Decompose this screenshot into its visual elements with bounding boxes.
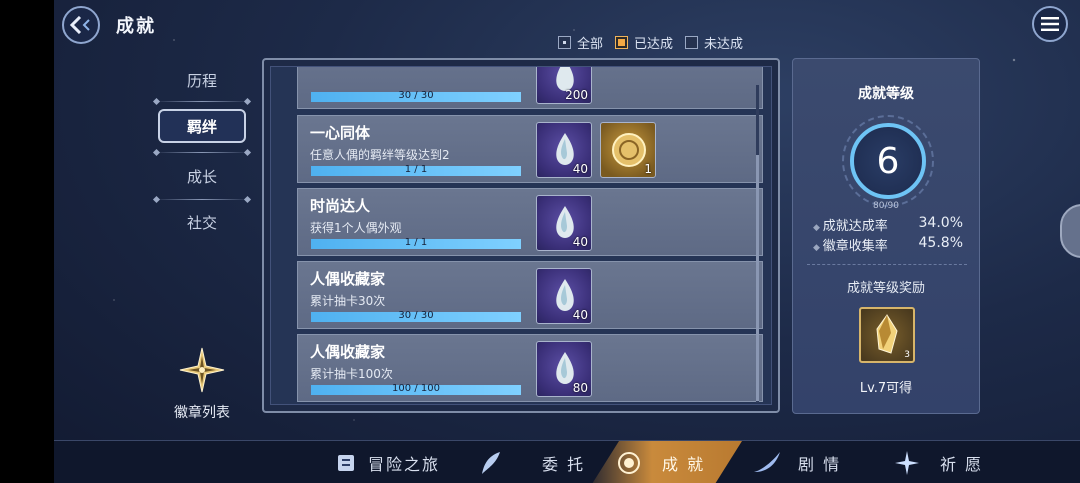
menu-button[interactable]: [1032, 6, 1068, 42]
achievement-screen: 成就 全部 已达成 未达成 历程 成长 社交 羁绊 徽章列表 30 / 30 2…: [54, 0, 1080, 483]
progress-text: 30 / 30: [398, 90, 434, 101]
achievement-desc: 任意人偶的羁绊等级达到2: [310, 148, 450, 162]
achievement-title: 人偶收藏家: [310, 343, 386, 361]
bottom-nav-label: 冒险之旅: [368, 454, 441, 474]
reward-item[interactable]: 1: [600, 122, 656, 178]
level-reward-item[interactable]: 3: [859, 307, 915, 363]
achievement-title: 一心同体: [310, 124, 371, 142]
sidebar-item-growth[interactable]: 成长: [150, 166, 254, 187]
reward-item[interactable]: 40: [536, 195, 592, 251]
reward-item[interactable]: 200: [536, 67, 592, 104]
scroll-icon: [338, 454, 354, 471]
achievement-title: 人偶收藏家: [310, 270, 386, 288]
level-reward-title: 成就等级奖励: [846, 281, 925, 296]
sidebar-divider: [154, 101, 250, 102]
reward-item[interactable]: 80: [536, 341, 592, 397]
filter-not-achieved[interactable]: 未达成: [685, 33, 743, 52]
achievement-desc: 获得1个人偶外观: [310, 221, 402, 235]
hamburger-icon: [1041, 17, 1059, 31]
level-panel-separator: [807, 264, 967, 265]
achievement-desc: 累计抽卡30次: [310, 294, 386, 308]
reward-count: 40: [572, 308, 588, 322]
bottom-nav-label: 委 托: [542, 454, 586, 474]
filter-achieved-checkbox[interactable]: [615, 36, 629, 49]
stat-badge-rate: 徽章收集率 45.8%: [813, 235, 963, 254]
achievement-row: 时尚达人 获得1个人偶外观 1 / 1 40: [297, 188, 763, 256]
list-scrollbar[interactable]: [756, 85, 759, 403]
reward-count: 1: [644, 162, 652, 176]
achievement-title: 时尚达人: [310, 197, 371, 215]
filter-achieved[interactable]: 已达成: [615, 33, 673, 52]
filter-all[interactable]: 全部: [558, 33, 603, 52]
badge-list-button[interactable]: 徽章列表: [162, 346, 242, 422]
bottom-nav-achievement[interactable]: 成 就: [616, 441, 705, 483]
bottom-nav-adventure[interactable]: 冒险之旅: [334, 441, 440, 483]
sidebar-item-bond-label: 羁绊: [158, 109, 246, 143]
side-edge-tab[interactable]: [1060, 204, 1080, 258]
filter-not-achieved-label: 未达成: [704, 37, 744, 52]
reward-count: 3: [904, 350, 910, 360]
level-number: 6: [876, 140, 900, 182]
star-icon: [895, 450, 919, 475]
reward-count: 40: [572, 235, 588, 249]
sidebar-item-social[interactable]: 社交: [150, 212, 254, 233]
bottom-nav-label: 祈 愿: [940, 454, 984, 474]
compass-star-icon: [179, 347, 225, 393]
progress-bar: 30 / 30: [311, 310, 521, 322]
sidebar-divider: [154, 199, 250, 200]
filter-all-label: 全部: [577, 37, 604, 52]
achievement-row: 30 / 30 200: [297, 67, 763, 109]
level-ring: 6: [850, 123, 926, 199]
achievement-row: 人偶收藏家 累计抽卡30次 30 / 30 40: [297, 261, 763, 329]
stat-value: 45.8%: [918, 235, 963, 251]
feather-icon: [482, 451, 500, 474]
filter-all-checkbox[interactable]: [558, 36, 571, 49]
badge-list-label: 徽章列表: [174, 405, 230, 421]
level-panel-title: 成就等级: [858, 86, 914, 102]
scrollbar-thumb[interactable]: [756, 155, 759, 401]
progress-text: 100 / 100: [392, 383, 440, 394]
bottom-nav-commission[interactable]: 委 托: [478, 441, 585, 483]
stat-achievement-rate: 成就达成率 34.0%: [813, 215, 963, 234]
filter-achieved-label: 已达成: [634, 37, 674, 52]
bottom-nav-label: 成 就: [662, 454, 706, 474]
achievement-row: 人偶收藏家 累计抽卡100次 100 / 100 80: [297, 334, 763, 402]
level-reward-note: Lv.7可得: [859, 381, 913, 396]
progress-bar: 100 / 100: [311, 383, 521, 395]
level-xp: 80/90: [873, 201, 899, 211]
sidebar-divider: [154, 152, 250, 153]
reward-item[interactable]: 40: [536, 122, 592, 178]
sidebar-item-bond[interactable]: 羁绊: [154, 103, 250, 149]
achievement-list[interactable]: 30 / 30 200 一心同体 任意人偶的羁绊等级达到2 1 / 1 40 1…: [270, 66, 772, 405]
medal-icon: [618, 451, 640, 474]
achievement-row: 一心同体 任意人偶的羁绊等级达到2 1 / 1 40 1: [297, 115, 763, 183]
progress-bar: 1 / 1: [311, 237, 521, 249]
progress-text: 1 / 1: [404, 237, 428, 248]
filter-bar: 全部 已达成 未达成: [558, 33, 743, 52]
back-arrow-icon: [70, 16, 90, 34]
stat-value: 34.0%: [918, 215, 963, 231]
bottom-nav-story[interactable]: 剧 情: [752, 441, 841, 483]
reward-count: 200: [565, 88, 588, 102]
bottom-nav-wish[interactable]: 祈 愿: [894, 441, 983, 483]
reward-item[interactable]: 40: [536, 268, 592, 324]
progress-bar: 1 / 1: [311, 164, 521, 176]
achievement-level-panel: 成就等级 6 80/90 成就达成率 34.0% 徽章收集率 45.8% 成就等…: [792, 58, 980, 414]
achievement-desc: 累计抽卡100次: [310, 367, 393, 381]
progress-text: 30 / 30: [398, 310, 434, 321]
reward-count: 40: [572, 162, 588, 176]
stat-label: 徽章收集率: [813, 235, 888, 254]
back-button[interactable]: [62, 6, 100, 44]
bottom-nav: 冒险之旅 委 托 成 就 剧 情 祈 愿: [54, 440, 1080, 483]
progress-text: 1 / 1: [404, 164, 428, 175]
reward-count: 80: [572, 381, 588, 395]
wing-icon: [754, 451, 780, 472]
progress-bar: 30 / 30: [311, 90, 521, 102]
bottom-nav-label: 剧 情: [798, 454, 842, 474]
stat-label: 成就达成率: [813, 215, 888, 234]
achievement-list-panel: 30 / 30 200 一心同体 任意人偶的羁绊等级达到2 1 / 1 40 1…: [262, 58, 780, 413]
filter-not-achieved-checkbox[interactable]: [685, 36, 699, 49]
sidebar-item-journey[interactable]: 历程: [150, 70, 254, 91]
